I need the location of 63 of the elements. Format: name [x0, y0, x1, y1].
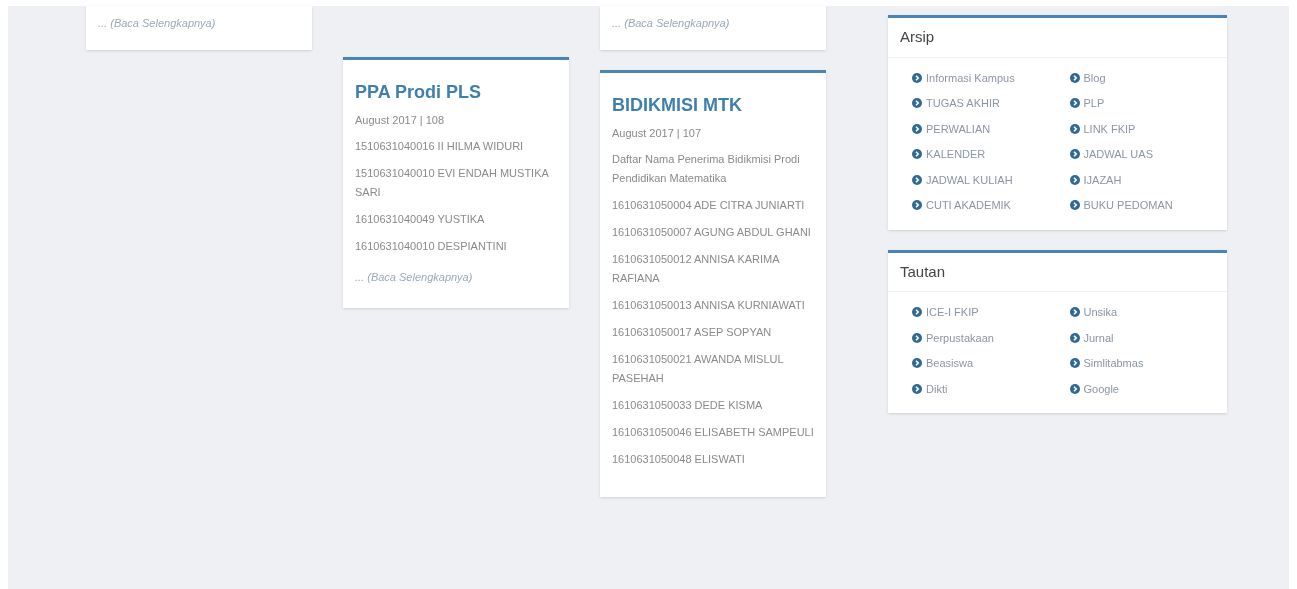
post-title[interactable]: BIDIKMISI MTK [612, 93, 814, 117]
widget-link[interactable]: Unsika [1069, 304, 1227, 321]
post-text: 1610631050046 ELISABETH SAMPEULI [612, 424, 814, 440]
arrow-circle-icon [1069, 358, 1080, 369]
post-text: 1610631050048 ELISWATI [612, 451, 746, 467]
post-text: 1610631040010 DESPIANTINI [355, 238, 508, 254]
arrow-circle-icon [912, 174, 922, 185]
widget-link[interactable]: PERWALIAN [912, 120, 1070, 137]
post-text: 1510631040016 II HILMA WIDURI [355, 138, 525, 154]
post-title[interactable]: PPA Prodi PLS [355, 80, 557, 104]
widget-link[interactable]: IJAZAH [1069, 171, 1227, 188]
widget-link[interactable]: BUKU PEDOMAN [1069, 197, 1227, 214]
post-text: 1610631040049 YUSTIKA [355, 211, 486, 227]
widget-link[interactable]: Jurnal [1069, 329, 1227, 346]
widget-link[interactable]: JADWAL UAS [1069, 146, 1227, 163]
widget-link[interactable]: ICE-I FKIP [912, 304, 1070, 321]
widget-link[interactable]: Google [1069, 380, 1227, 397]
arrow-circle-icon [912, 383, 922, 394]
arrow-circle-icon [1069, 72, 1080, 83]
arrow-circle-icon [912, 358, 922, 369]
widget-title: Arsip [888, 18, 1227, 58]
post-text: 1610631050004 ADE CITRA JUNIARTI [612, 197, 806, 213]
widget-link[interactable]: KALENDER [912, 146, 1070, 163]
arrow-circle-icon [1069, 307, 1080, 318]
post-text: 1610631050012 ANNISA KARIMA RAFIANA [612, 251, 781, 286]
arrow-circle-icon [912, 98, 922, 109]
widget-link[interactable]: CUTI AKADEMIK [912, 197, 1070, 214]
post-text: 1610631050013 ANNISA KURNIAWATI [612, 297, 806, 313]
arrow-circle-icon [1069, 123, 1080, 134]
widget-link[interactable]: Beasiswa [912, 355, 1070, 372]
arrow-circle-icon [912, 307, 922, 318]
post-meta: August 2017 | 108 [355, 113, 446, 128]
arrow-circle-icon [912, 149, 922, 160]
widget-link[interactable]: TUGAS AKHIR [912, 95, 1070, 112]
read-more-link[interactable]: ... (Baca Selengkapnya) [612, 17, 730, 29]
post-text: 1610631050033 DEDE KISMA [612, 397, 764, 413]
widget-link[interactable]: Blog [1069, 69, 1227, 86]
arrow-circle-icon [1069, 98, 1080, 109]
post-text: Daftar Nama Penerima Bidikmisi Prodi Pendidikan Matematika [612, 151, 801, 186]
arrow-circle-icon [912, 72, 922, 83]
post-text: 1610631050007 AGUNG ABDUL GHANI [612, 224, 812, 240]
arrow-circle-icon [912, 332, 922, 343]
widget-link[interactable]: JADWAL KULIAH [912, 171, 1070, 188]
arrow-circle-icon [1069, 149, 1080, 160]
post-text: 1610631050021 AWANDA MISLUL PASEHAH [612, 351, 785, 386]
arrow-circle-icon [912, 200, 922, 211]
widget-title: Tautan [888, 252, 1227, 292]
arrow-circle-icon [1069, 174, 1080, 185]
arrow-circle-icon [1069, 383, 1080, 394]
widget-link[interactable]: Informasi Kampus [912, 69, 1070, 86]
widget-link[interactable]: PLP [1069, 95, 1227, 112]
read-more-link[interactable]: ... (Baca Selengkapnya) [355, 270, 473, 283]
widget-link[interactable]: Simlitabmas [1069, 355, 1227, 372]
arrow-circle-icon [1069, 200, 1080, 211]
arrow-circle-icon [912, 123, 922, 134]
widget-link[interactable]: Dikti [912, 380, 1070, 397]
widget-link[interactable]: LINK FKIP [1069, 120, 1227, 137]
post-text: 1610631050017 ASEP SOPYAN [612, 324, 773, 340]
arrow-circle-icon [1069, 332, 1080, 343]
post-text: 1510631040010 EVI ENDAH MUSTIKA SARI [355, 165, 550, 200]
widget-link[interactable]: Perpustakaan [912, 329, 1070, 346]
post-meta: August 2017 | 107 [612, 126, 703, 141]
read-more-link[interactable]: ... (Baca Selengkapnya) [98, 17, 216, 29]
